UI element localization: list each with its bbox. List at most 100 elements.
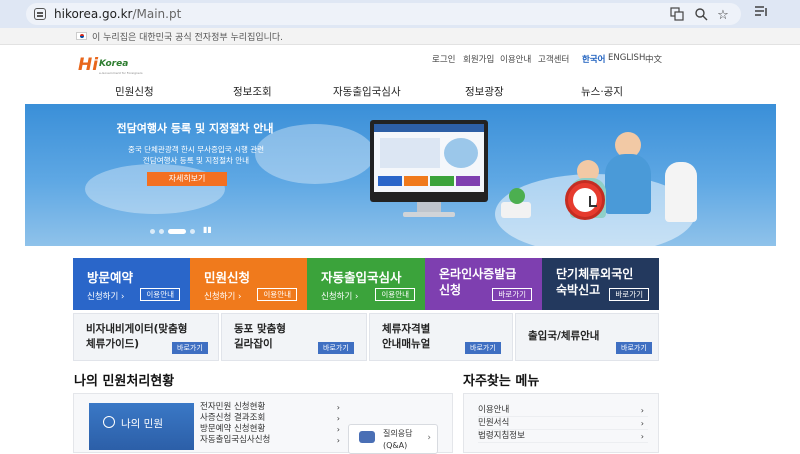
usage-guide-link[interactable]: 이용안내 bbox=[500, 53, 531, 65]
favorites-list: 이용안내 › 민원서식 › 법령지침정보 › bbox=[478, 404, 648, 443]
chevron-right-icon: › bbox=[336, 403, 340, 412]
tile-guide-button[interactable]: 이용안내 bbox=[257, 288, 297, 301]
qna-label-line: (Q&A) bbox=[383, 441, 408, 450]
chevron-right-icon: › bbox=[427, 433, 431, 443]
list-item[interactable]: 법령지침정보 › bbox=[478, 430, 648, 443]
list-item-label: 이용안내 bbox=[478, 405, 510, 415]
list-item[interactable]: 민원서식 › bbox=[478, 417, 648, 430]
gov-notice-bar: 이 누리집은 대한민국 공식 전자정부 누리집입니다. bbox=[0, 28, 800, 45]
tile-title-line: 온라인사증발급 bbox=[439, 267, 517, 281]
nav-info-lookup[interactable]: 정보조회 bbox=[233, 84, 272, 99]
tile-apply-link[interactable]: 신청하기 › bbox=[204, 290, 241, 302]
my-civil-box[interactable]: 나의 민원 bbox=[89, 403, 194, 450]
list-item[interactable]: 자동출입국심사신청 › bbox=[200, 435, 340, 446]
monitor-illustration bbox=[370, 120, 488, 202]
banner-detail-button[interactable]: 자세히보기 bbox=[147, 172, 227, 186]
logo-subtitle: e-Government for Foreigners bbox=[99, 71, 143, 75]
tile-title-line: 비자내비게이터(맞춤형 bbox=[86, 323, 188, 335]
browser-toolbar: hikorea.go.kr/Main.pt ☆ bbox=[0, 0, 800, 28]
chevron-right-icon: › bbox=[336, 414, 340, 423]
tile-title: 방문예약 bbox=[87, 270, 134, 285]
tile-title: 출입국/체류안내 bbox=[528, 329, 599, 344]
tile-title: 자동출입국심사 bbox=[321, 270, 402, 285]
monitor-stand-base bbox=[403, 212, 455, 217]
my-civil-label: 나의 민원 bbox=[121, 418, 163, 430]
main-nav: 민원신청 정보조회 자동출입국심사 정보광장 뉴스·공지 bbox=[75, 80, 660, 104]
qna-label-line: 질의응답 bbox=[383, 429, 413, 438]
lang-english[interactable]: ENGLISH bbox=[608, 53, 645, 63]
tile-go-button[interactable]: 바로가기 bbox=[492, 288, 532, 301]
list-item[interactable]: 이용안내 › bbox=[478, 404, 648, 417]
tile-go-button[interactable]: 바로가기 bbox=[465, 342, 501, 354]
plant-pot-illustration bbox=[501, 202, 531, 218]
banner-desc-line: 전담여행사 등록 및 지정절차 안내 bbox=[142, 156, 250, 165]
address-bar[interactable]: hikorea.go.kr/Main.pt ☆ bbox=[26, 3, 741, 25]
nav-auto-immigration[interactable]: 자동출입국심사 bbox=[333, 84, 401, 99]
tile-immigration-guide[interactable]: 출입국/체류안내 바로가기 bbox=[515, 313, 659, 361]
banner-desc-line: 중국 단체관광객 한시 무사증입국 시행 관련 bbox=[127, 145, 265, 154]
tile-title-line: 안내매뉴얼 bbox=[382, 338, 431, 350]
zoom-icon[interactable] bbox=[692, 7, 710, 25]
reading-list-icon[interactable] bbox=[752, 4, 770, 22]
tile-go-button[interactable]: 바로가기 bbox=[616, 342, 652, 354]
banner-dot-active[interactable] bbox=[168, 229, 186, 234]
lang-korean[interactable]: 한국어 bbox=[582, 53, 605, 65]
banner-dot[interactable] bbox=[159, 229, 164, 234]
tile-visa-navigator[interactable]: 비자내비게이터(맞춤형 체류가이드) 바로가기 bbox=[73, 313, 219, 361]
hikorea-logo[interactable]: Hi Korea e-Government for Foreigners bbox=[78, 55, 143, 81]
tile-go-button[interactable]: 바로가기 bbox=[609, 288, 649, 301]
tile-go-button[interactable]: 바로가기 bbox=[318, 342, 354, 354]
banner-description: 중국 단체관광객 한시 무사증입국 시행 관련 전담여행사 등록 및 지정절차 … bbox=[87, 144, 305, 166]
nav-civil-application[interactable]: 민원신청 bbox=[115, 84, 154, 99]
lang-chinese[interactable]: 中文 bbox=[645, 53, 662, 65]
banner-dot[interactable] bbox=[190, 229, 195, 234]
pause-icon[interactable]: ▮▮ bbox=[203, 225, 212, 234]
main-banner[interactable]: 전담여행사 등록 및 지정절차 안내 중국 단체관광객 한시 무사증입국 시행 … bbox=[25, 104, 776, 246]
tile-status-manual[interactable]: 체류자격별 안내매뉴얼 바로가기 bbox=[369, 313, 513, 361]
korea-flag-icon bbox=[76, 32, 87, 40]
tile-guide-button[interactable]: 이용안내 bbox=[140, 288, 180, 301]
nav-info-plaza[interactable]: 정보광장 bbox=[465, 84, 504, 99]
tile-apply-link[interactable]: 신청하기 › bbox=[321, 290, 358, 302]
nav-news-notice[interactable]: 뉴스·공지 bbox=[581, 84, 623, 99]
tile-title-line: 길라잡이 bbox=[234, 338, 273, 350]
bookmark-star-icon[interactable]: ☆ bbox=[714, 7, 732, 25]
list-item-label: 민원서식 bbox=[478, 418, 510, 428]
tile-guide-button[interactable]: 이용안내 bbox=[375, 288, 415, 301]
translate-icon[interactable] bbox=[668, 7, 686, 25]
login-link[interactable]: 로그인 bbox=[432, 53, 455, 65]
person-illustration bbox=[665, 162, 697, 222]
list-item-label: 법령지침정보 bbox=[478, 431, 525, 441]
tile-short-stay-lodging[interactable]: 단기체류외국인 숙박신고 바로가기 bbox=[542, 258, 659, 310]
chevron-right-icon: › bbox=[336, 436, 340, 445]
list-item-label: 전자민원 신청현황 bbox=[200, 402, 266, 412]
url-text[interactable]: hikorea.go.kr/Main.pt bbox=[54, 7, 181, 21]
list-item[interactable]: 전자민원 신청현황 › bbox=[200, 402, 340, 413]
tile-go-button[interactable]: 바로가기 bbox=[172, 342, 208, 354]
person-illustration bbox=[605, 154, 651, 214]
list-item[interactable]: 방문예약 신청현황 › bbox=[200, 424, 340, 435]
logo-hi: Hi bbox=[78, 55, 99, 75]
logo-korea: Korea bbox=[99, 59, 129, 69]
tile-civil-application[interactable]: 민원신청 신청하기 › 이용안내 bbox=[190, 258, 307, 310]
banner-title: 전담여행사 등록 및 지정절차 안내 bbox=[116, 122, 274, 135]
list-item[interactable]: 사증신청 결과조회 › bbox=[200, 413, 340, 424]
tile-compatriot-guide[interactable]: 동포 맞춤형 길라잡이 바로가기 bbox=[221, 313, 367, 361]
tile-apply-link[interactable]: 신청하기 › bbox=[87, 290, 124, 302]
signup-link[interactable]: 회원가입 bbox=[463, 53, 494, 65]
customer-center-link[interactable]: 고객센터 bbox=[538, 53, 569, 65]
favorites-title: 자주찾는 메뉴 bbox=[463, 374, 540, 389]
tile-visit-reservation[interactable]: 방문예약 신청하기 › 이용안내 bbox=[73, 258, 190, 310]
banner-dot[interactable] bbox=[150, 229, 155, 234]
tile-auto-immigration[interactable]: 자동출입국심사 신청하기 › 이용안내 bbox=[307, 258, 425, 310]
chevron-right-icon: › bbox=[336, 425, 340, 434]
my-status-title: 나의 민원처리현황 bbox=[74, 374, 175, 389]
chevron-right-icon: › bbox=[640, 432, 644, 441]
plant-illustration bbox=[509, 188, 525, 204]
tile-online-visa[interactable]: 온라인사증발급 신청 바로가기 bbox=[425, 258, 542, 310]
site-info-icon[interactable] bbox=[34, 8, 46, 20]
list-item-label: 자동출입국심사신청 bbox=[200, 435, 271, 445]
user-icon bbox=[103, 416, 115, 428]
chevron-right-icon: › bbox=[640, 406, 644, 415]
alarm-clock-icon bbox=[565, 180, 605, 220]
